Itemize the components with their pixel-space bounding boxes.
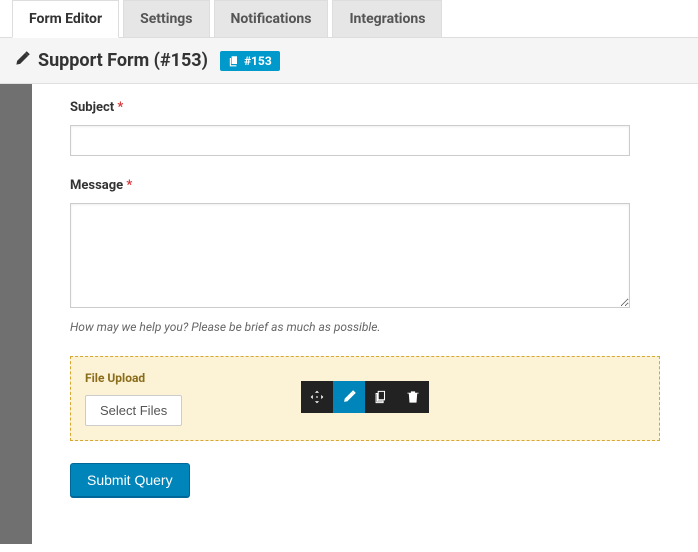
tabs-nav: Form Editor Settings Notifications Integ… [0, 0, 698, 38]
required-mark: * [117, 100, 123, 115]
shortcode-text: #153 [244, 54, 272, 68]
select-files-button[interactable]: Select Files [85, 395, 182, 426]
form-title: Support Form (#153) [38, 50, 208, 71]
duplicate-button[interactable] [365, 381, 397, 413]
tab-settings[interactable]: Settings [123, 0, 209, 37]
copy-icon [228, 55, 240, 67]
submit-button[interactable]: Submit Query [70, 463, 190, 497]
sidebar-strip [0, 84, 32, 544]
field-subject[interactable]: Subject * [70, 100, 660, 156]
content-wrapper: Subject * Message * How may we help you?… [0, 84, 698, 544]
edit-icon [342, 390, 356, 404]
shortcode-badge[interactable]: #153 [220, 51, 280, 71]
message-help: How may we help you? Please be brief as … [70, 320, 660, 334]
trash-icon [406, 390, 420, 404]
message-label: Message * [70, 178, 660, 193]
duplicate-icon [374, 390, 388, 404]
tab-integrations[interactable]: Integrations [332, 0, 442, 37]
field-file-upload[interactable]: File Upload Select Files [70, 356, 660, 441]
tab-notifications[interactable]: Notifications [214, 0, 329, 37]
move-icon [310, 390, 324, 404]
required-mark: * [126, 178, 132, 193]
delete-button[interactable] [397, 381, 429, 413]
main-content: Subject * Message * How may we help you?… [32, 84, 698, 544]
edit-button[interactable] [333, 381, 365, 413]
subject-input[interactable] [70, 125, 630, 156]
subject-label: Subject * [70, 100, 660, 115]
tab-form-editor[interactable]: Form Editor [12, 0, 119, 38]
field-actions-toolbar [301, 381, 429, 413]
move-button[interactable] [301, 381, 333, 413]
pencil-icon [14, 51, 30, 71]
form-header: Support Form (#153) #153 [0, 38, 698, 84]
field-message[interactable]: Message * How may we help you? Please be… [70, 178, 660, 334]
message-textarea[interactable] [70, 203, 630, 308]
